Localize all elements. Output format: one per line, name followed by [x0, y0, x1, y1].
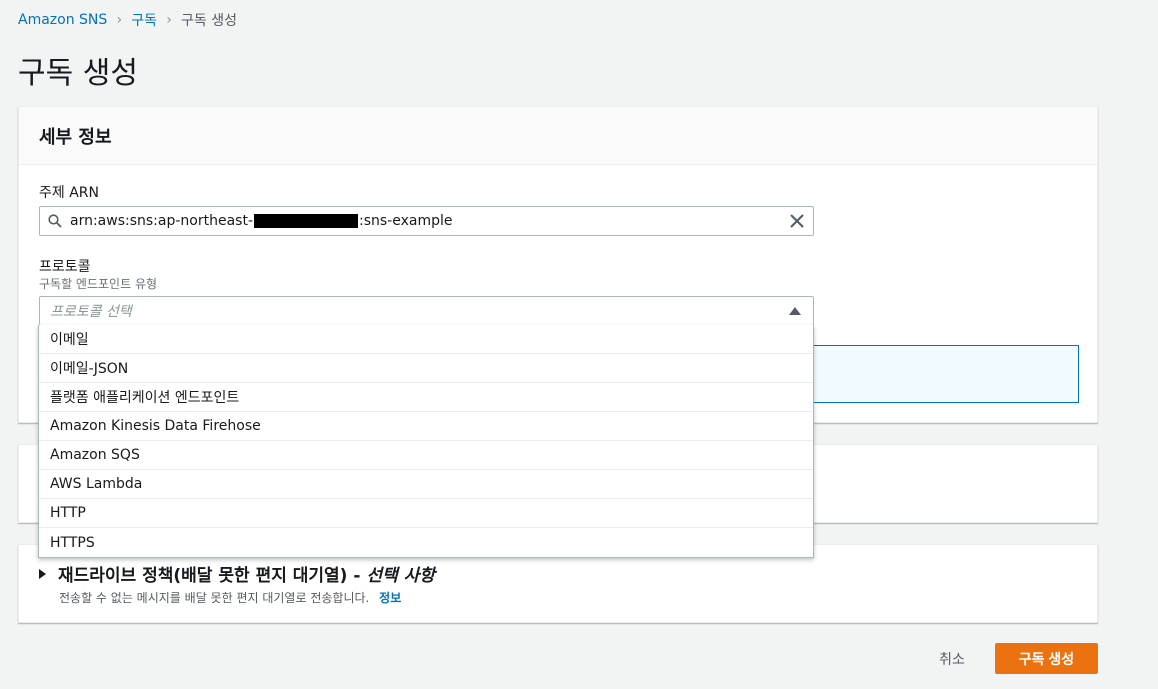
protocol-label: 프로토콜: [39, 259, 91, 275]
search-icon: [40, 214, 70, 228]
protocol-option-sqs[interactable]: Amazon SQS: [39, 441, 813, 470]
protocol-select[interactable]: 프로토콜 선택: [39, 296, 814, 326]
redacted-account-id: [254, 214, 358, 228]
caret-right-icon: [39, 568, 46, 579]
protocol-option-http[interactable]: HTTP: [39, 499, 813, 528]
protocol-dropdown: 이메일 이메일-JSON 플랫폼 애플리케이션 엔드포인트 Amazon Kin…: [38, 325, 814, 558]
redrive-optional: 선택 사항: [366, 566, 435, 586]
cancel-button[interactable]: 취소: [922, 643, 982, 674]
protocol-option-https[interactable]: HTTPS: [39, 528, 813, 557]
protocol-description: 구독할 엔드포인트 유형: [39, 277, 158, 291]
protocol-option-email[interactable]: 이메일: [39, 325, 813, 354]
page-title: 구독 생성: [18, 56, 138, 91]
chevron-right-icon: ›: [116, 12, 123, 28]
caret-up-icon: [789, 307, 801, 315]
protocol-option-platform-endpoint[interactable]: 플랫폼 애플리케이션 엔드포인트: [39, 383, 813, 412]
topic-arn-suffix: :sns-example: [359, 213, 453, 229]
breadcrumb: Amazon SNS › 구독 › 구독 생성: [18, 10, 237, 30]
chevron-right-icon: ›: [166, 12, 172, 28]
protocol-option-lambda[interactable]: AWS Lambda: [39, 470, 813, 499]
redrive-description-row: 전송할 수 없는 메시지를 배달 못한 편지 대기열로 전송합니다. 정보: [59, 589, 401, 606]
create-subscription-button[interactable]: 구독 생성: [995, 643, 1098, 674]
details-header: 세부 정보: [19, 107, 1097, 165]
close-icon[interactable]: [789, 213, 805, 229]
protocol-option-email-json[interactable]: 이메일-JSON: [39, 354, 813, 383]
redrive-info-link[interactable]: 정보: [379, 591, 401, 605]
redrive-expand-toggle[interactable]: 재드라이브 정책(배달 못한 편지 대기열) - 선택 사항: [39, 561, 435, 586]
breadcrumb-sns[interactable]: Amazon SNS: [18, 12, 107, 28]
breadcrumb-current: 구독 생성: [181, 13, 238, 29]
topic-arn-input[interactable]: arn:aws:sns:ap-northeast- :sns-example: [39, 206, 814, 236]
protocol-option-firehose[interactable]: Amazon Kinesis Data Firehose: [39, 412, 813, 441]
info-box: [814, 345, 1079, 403]
topic-arn-label: 주제 ARN: [39, 185, 99, 201]
topic-arn-prefix: arn:aws:sns:ap-northeast-: [70, 213, 253, 229]
redrive-description: 전송할 수 없는 메시지를 배달 못한 편지 대기열로 전송합니다.: [59, 591, 370, 605]
topic-arn-value: arn:aws:sns:ap-northeast- :sns-example: [70, 213, 453, 229]
protocol-placeholder: 프로토콜 선택: [50, 304, 132, 320]
breadcrumb-subscriptions[interactable]: 구독: [131, 10, 157, 30]
redrive-title: 재드라이브 정책(배달 못한 편지 대기열) -: [58, 566, 361, 586]
